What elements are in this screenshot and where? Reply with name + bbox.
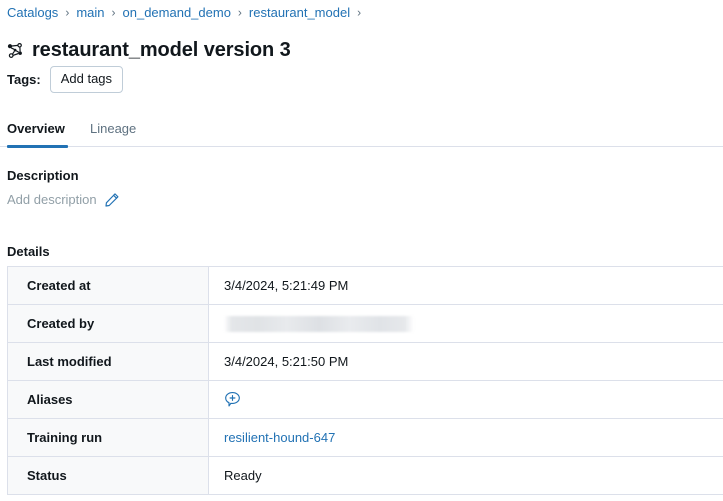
details-key-status: Status [8,457,209,494]
table-row: Last modified 3/4/2024, 5:21:50 PM [8,343,723,381]
details-value-status: Ready [209,457,723,494]
details-value-aliases [209,381,723,418]
add-description-placeholder[interactable]: Add description [7,191,97,209]
breadcrumb-item-on-demand-demo[interactable]: on_demand_demo [123,4,231,22]
active-tab-indicator [7,145,68,148]
add-alias-icon[interactable] [224,391,241,408]
tab-bar-divider [0,146,723,147]
model-graph-icon [7,43,22,59]
breadcrumb-separator-icon: › [65,5,70,20]
details-table: Created at 3/4/2024, 5:21:49 PM Created … [7,266,723,495]
tab-overview[interactable]: Overview [7,120,65,146]
details-key-aliases: Aliases [8,381,209,418]
details-value-last-modified: 3/4/2024, 5:21:50 PM [209,343,723,380]
breadcrumb: Catalogs › main › on_demand_demo › resta… [7,4,368,22]
breadcrumb-separator-icon: › [111,5,116,20]
add-tags-button[interactable]: Add tags [49,66,124,93]
details-key-training-run: Training run [8,419,209,456]
table-row: Aliases [8,381,723,419]
description-heading: Description [7,168,79,183]
pencil-icon[interactable] [104,192,120,208]
breadcrumb-separator-icon: › [357,5,362,20]
table-row: Training run resilient-hound-647 [8,419,723,457]
tags-label: Tags: [7,72,41,87]
table-row: Created by [8,305,723,343]
tab-lineage[interactable]: Lineage [90,120,136,146]
training-run-link[interactable]: resilient-hound-647 [224,430,335,445]
model-version-details-page: Catalogs › main › on_demand_demo › resta… [0,0,723,501]
details-key-created-by: Created by [8,305,209,342]
description-row: Add description [7,191,120,209]
details-key-created-at: Created at [8,267,209,304]
breadcrumb-item-catalogs[interactable]: Catalogs [7,4,58,22]
details-value-created-at: 3/4/2024, 5:21:49 PM [209,267,723,304]
breadcrumb-item-main[interactable]: main [76,4,104,22]
redacted-value [224,315,414,332]
details-key-last-modified: Last modified [8,343,209,380]
page-title: restaurant_model version 3 [32,39,291,62]
details-value-training-run: resilient-hound-647 [209,419,723,456]
table-row: Created at 3/4/2024, 5:21:49 PM [8,267,723,305]
tab-bar: Overview Lineage [0,120,723,148]
details-heading: Details [7,244,50,259]
breadcrumb-separator-icon: › [237,5,242,20]
breadcrumb-item-restaurant-model[interactable]: restaurant_model [249,4,350,22]
details-value-created-by [209,305,723,342]
table-row: Status Ready [8,457,723,495]
tags-row: Tags: Add tags [7,66,124,93]
